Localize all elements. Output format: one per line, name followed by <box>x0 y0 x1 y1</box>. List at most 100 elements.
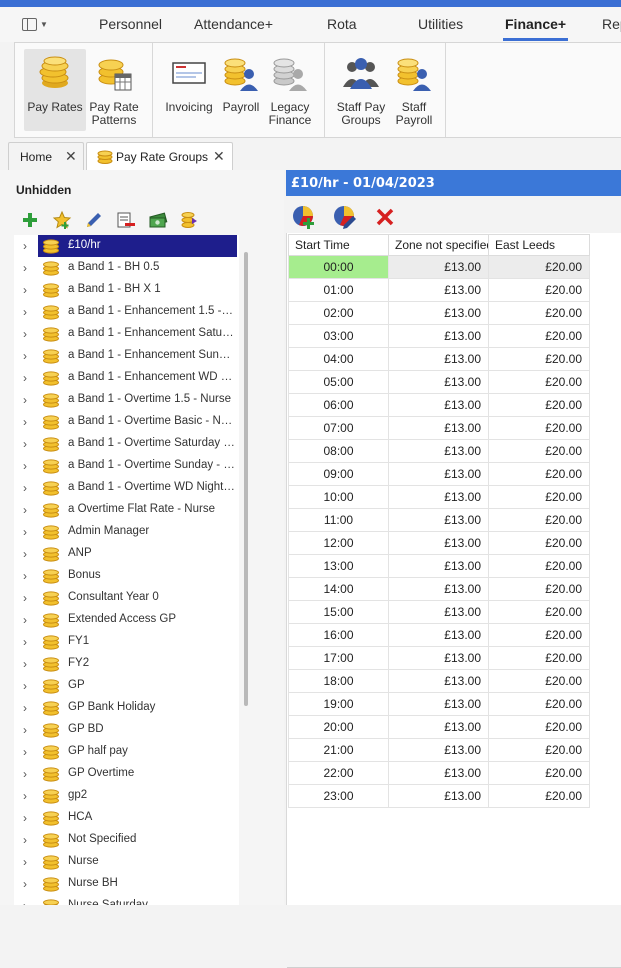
list-item[interactable]: › a Band 1 - Enhancement Saturday - Nurse <box>14 323 239 345</box>
cell-zone-rate[interactable]: £13.00 <box>388 646 489 670</box>
table-row[interactable]: 10:00 £13.00 £20.00 <box>288 485 590 509</box>
list-item[interactable]: › a Band 1 - Enhancement 1.5 - Nurse <box>14 301 239 323</box>
table-row[interactable]: 17:00 £13.00 £20.00 <box>288 646 590 670</box>
cell-start-time[interactable]: 15:00 <box>288 600 389 624</box>
tab-home[interactable]: Home ✕ <box>8 142 84 170</box>
list-item[interactable]: › a Band 1 - Overtime WD Night - Nurse <box>14 477 239 499</box>
cell-start-time[interactable]: 06:00 <box>288 393 389 417</box>
chevron-right-icon[interactable]: › <box>23 877 27 891</box>
table-row[interactable]: 00:00 £13.00 £20.00 <box>288 255 590 279</box>
column-header-east-leeds[interactable]: East Leeds <box>488 234 590 256</box>
list-item[interactable]: › £10/hr <box>14 235 239 257</box>
staff-pay-groups-button[interactable]: Staff Pay Groups <box>333 49 389 131</box>
list-item[interactable]: › a Band 1 - Enhancement Sunday - Nurse <box>14 345 239 367</box>
add-chart-icon[interactable] <box>291 204 317 230</box>
chevron-right-icon[interactable]: › <box>23 833 27 847</box>
edit-pencil-icon[interactable] <box>84 210 104 230</box>
list-item[interactable]: › Extended Access GP <box>14 609 239 631</box>
list-item[interactable]: › Consultant Year 0 <box>14 587 239 609</box>
table-row[interactable]: 06:00 £13.00 £20.00 <box>288 393 590 417</box>
list-item[interactable]: › GP BD <box>14 719 239 741</box>
list-item[interactable]: › a Band 1 - Overtime 1.5 - Nurse <box>14 389 239 411</box>
chevron-right-icon[interactable]: › <box>23 305 27 319</box>
cell-start-time[interactable]: 02:00 <box>288 301 389 325</box>
cell-east-leeds-rate[interactable]: £20.00 <box>488 738 590 762</box>
chevron-right-icon[interactable]: › <box>23 283 27 297</box>
menu-utilities[interactable]: Utilities <box>418 16 463 32</box>
menu-personnel[interactable]: Personnel <box>99 16 162 32</box>
cell-east-leeds-rate[interactable]: £20.00 <box>488 761 590 785</box>
chevron-right-icon[interactable]: › <box>23 767 27 781</box>
chevron-right-icon[interactable]: › <box>23 701 27 715</box>
menu-toggle-button[interactable]: ▼ <box>22 17 50 33</box>
cell-start-time[interactable]: 12:00 <box>288 531 389 555</box>
add-icon[interactable] <box>20 210 40 230</box>
cell-east-leeds-rate[interactable]: £20.00 <box>488 600 590 624</box>
cell-zone-rate[interactable]: £13.00 <box>388 301 489 325</box>
chevron-right-icon[interactable]: › <box>23 811 27 825</box>
cell-zone-rate[interactable]: £13.00 <box>388 485 489 509</box>
cell-zone-rate[interactable]: £13.00 <box>388 761 489 785</box>
cell-east-leeds-rate[interactable]: £20.00 <box>488 370 590 394</box>
cell-east-leeds-rate[interactable]: £20.00 <box>488 531 590 555</box>
cell-start-time[interactable]: 04:00 <box>288 347 389 371</box>
chevron-right-icon[interactable]: › <box>23 657 27 671</box>
list-item[interactable]: › a Band 1 - Overtime Saturday - Nurse <box>14 433 239 455</box>
pay-rates-button[interactable]: Pay Rates <box>24 49 86 131</box>
list-item[interactable]: › Not Specified <box>14 829 239 851</box>
tab-pay-rate-groups[interactable]: Pay Rate Groups ✕ <box>86 142 233 170</box>
cell-zone-rate[interactable]: £13.00 <box>388 600 489 624</box>
cell-zone-rate[interactable]: £13.00 <box>388 278 489 302</box>
list-item[interactable]: › FY1 <box>14 631 239 653</box>
table-row[interactable]: 15:00 £13.00 £20.00 <box>288 600 590 624</box>
chevron-right-icon[interactable]: › <box>23 613 27 627</box>
table-row[interactable]: 02:00 £13.00 £20.00 <box>288 301 590 325</box>
cell-east-leeds-rate[interactable]: £20.00 <box>488 508 590 532</box>
cell-start-time[interactable]: 17:00 <box>288 646 389 670</box>
table-row[interactable]: 11:00 £13.00 £20.00 <box>288 508 590 532</box>
cell-zone-rate[interactable]: £13.00 <box>388 577 489 601</box>
cell-east-leeds-rate[interactable]: £20.00 <box>488 669 590 693</box>
menu-reports[interactable]: Rep <box>602 16 621 32</box>
list-item[interactable]: › a Band 1 - BH 0.5 <box>14 257 239 279</box>
cell-east-leeds-rate[interactable]: £20.00 <box>488 485 590 509</box>
chevron-right-icon[interactable]: › <box>23 239 27 253</box>
cell-zone-rate[interactable]: £13.00 <box>388 669 489 693</box>
cell-east-leeds-rate[interactable]: £20.00 <box>488 784 590 808</box>
list-item[interactable]: › GP Bank Holiday <box>14 697 239 719</box>
menu-rota[interactable]: Rota <box>327 16 357 32</box>
cell-start-time[interactable]: 21:00 <box>288 738 389 762</box>
add-star-icon[interactable] <box>52 210 72 230</box>
chevron-right-icon[interactable]: › <box>23 855 27 869</box>
table-row[interactable]: 01:00 £13.00 £20.00 <box>288 278 590 302</box>
list-item[interactable]: › gp2 <box>14 785 239 807</box>
menu-finance[interactable]: Finance+ <box>502 16 569 41</box>
cell-east-leeds-rate[interactable]: £20.00 <box>488 393 590 417</box>
cell-zone-rate[interactable]: £13.00 <box>388 255 489 279</box>
column-header-start-time[interactable]: Start Time <box>288 234 389 256</box>
legacy-finance-button[interactable]: Legacy Finance <box>265 49 315 131</box>
chevron-right-icon[interactable]: › <box>23 899 27 905</box>
table-row[interactable]: 22:00 £13.00 £20.00 <box>288 761 590 785</box>
cell-start-time[interactable]: 13:00 <box>288 554 389 578</box>
table-row[interactable]: 20:00 £13.00 £20.00 <box>288 715 590 739</box>
list-item[interactable]: › Nurse <box>14 851 239 873</box>
chevron-right-icon[interactable]: › <box>23 437 27 451</box>
chevron-right-icon[interactable]: › <box>23 415 27 429</box>
chevron-right-icon[interactable]: › <box>23 547 27 561</box>
list-item[interactable]: › FY2 <box>14 653 239 675</box>
pay-rate-patterns-button[interactable]: Pay Rate Patterns <box>87 49 141 131</box>
table-row[interactable]: 07:00 £13.00 £20.00 <box>288 416 590 440</box>
cell-zone-rate[interactable]: £13.00 <box>388 347 489 371</box>
chevron-right-icon[interactable]: › <box>23 723 27 737</box>
list-item[interactable]: › GP <box>14 675 239 697</box>
chevron-right-icon[interactable]: › <box>23 635 27 649</box>
cell-start-time[interactable]: 23:00 <box>288 784 389 808</box>
edit-chart-icon[interactable] <box>332 204 358 230</box>
cell-east-leeds-rate[interactable]: £20.00 <box>488 462 590 486</box>
chevron-right-icon[interactable]: › <box>23 481 27 495</box>
cell-east-leeds-rate[interactable]: £20.00 <box>488 324 590 348</box>
chevron-right-icon[interactable]: › <box>23 459 27 473</box>
chevron-right-icon[interactable]: › <box>23 261 27 275</box>
cell-start-time[interactable]: 22:00 <box>288 761 389 785</box>
